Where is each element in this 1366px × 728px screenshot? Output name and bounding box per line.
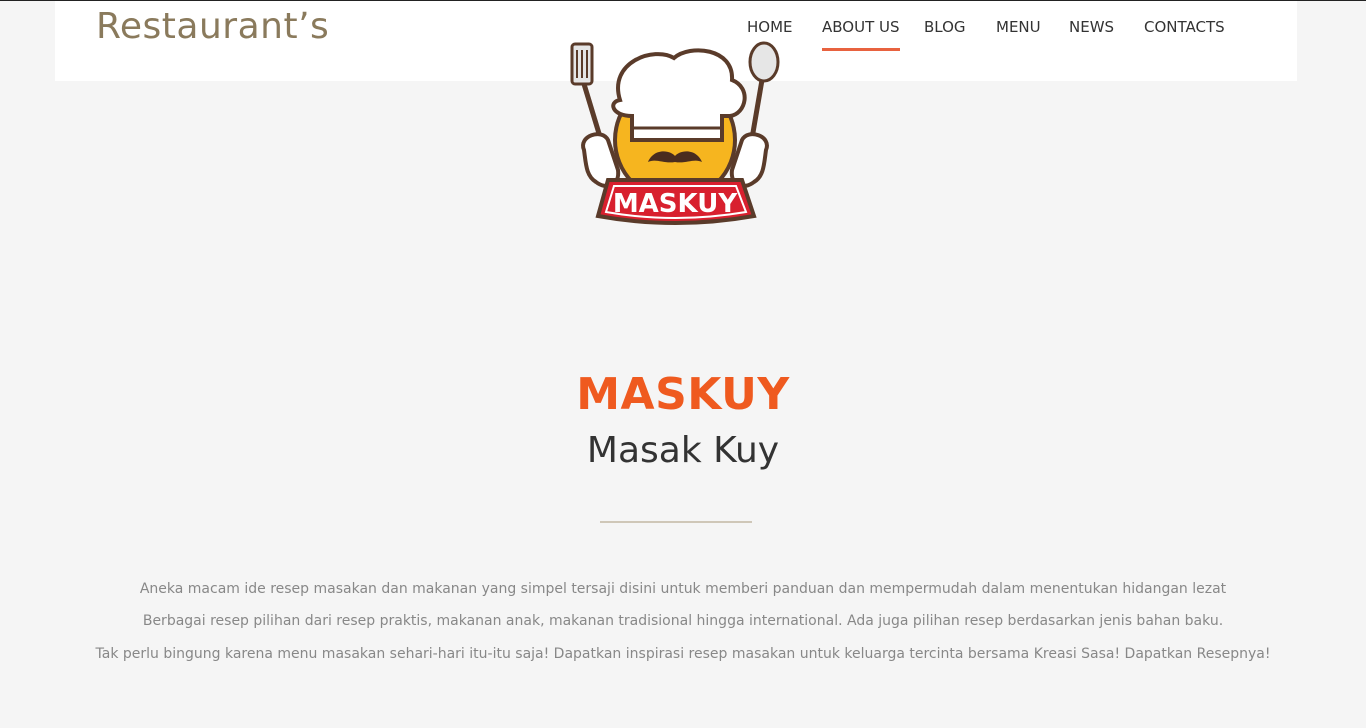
logo-banner: MASKUY — [595, 178, 757, 225]
nav-blog[interactable]: BLOG — [924, 17, 966, 37]
description-line-1: Aneka macam ide resep masakan dan makana… — [139, 581, 1227, 597]
page-subtitle: Masak Kuy — [586, 430, 780, 471]
nav-news[interactable]: NEWS — [1069, 17, 1114, 37]
brand-logo-text[interactable]: Restaurant’s — [96, 5, 329, 49]
nav-home[interactable]: HOME — [747, 17, 793, 37]
chef-mascot-logo: MASKUY — [570, 41, 780, 225]
description-line-2: Berbagai resep pilihan dari resep prakti… — [142, 613, 1224, 629]
nav-about-us[interactable]: ABOUT US — [822, 17, 900, 51]
nav-menu[interactable]: MENU — [996, 17, 1041, 37]
logo-text: MASKUY — [613, 189, 739, 219]
page-title: MASKUY — [576, 369, 790, 420]
nav-contacts[interactable]: CONTACTS — [1144, 17, 1225, 37]
section-divider — [600, 521, 752, 523]
description-line-3: Tak perlu bingung karena menu masakan se… — [95, 646, 1271, 662]
